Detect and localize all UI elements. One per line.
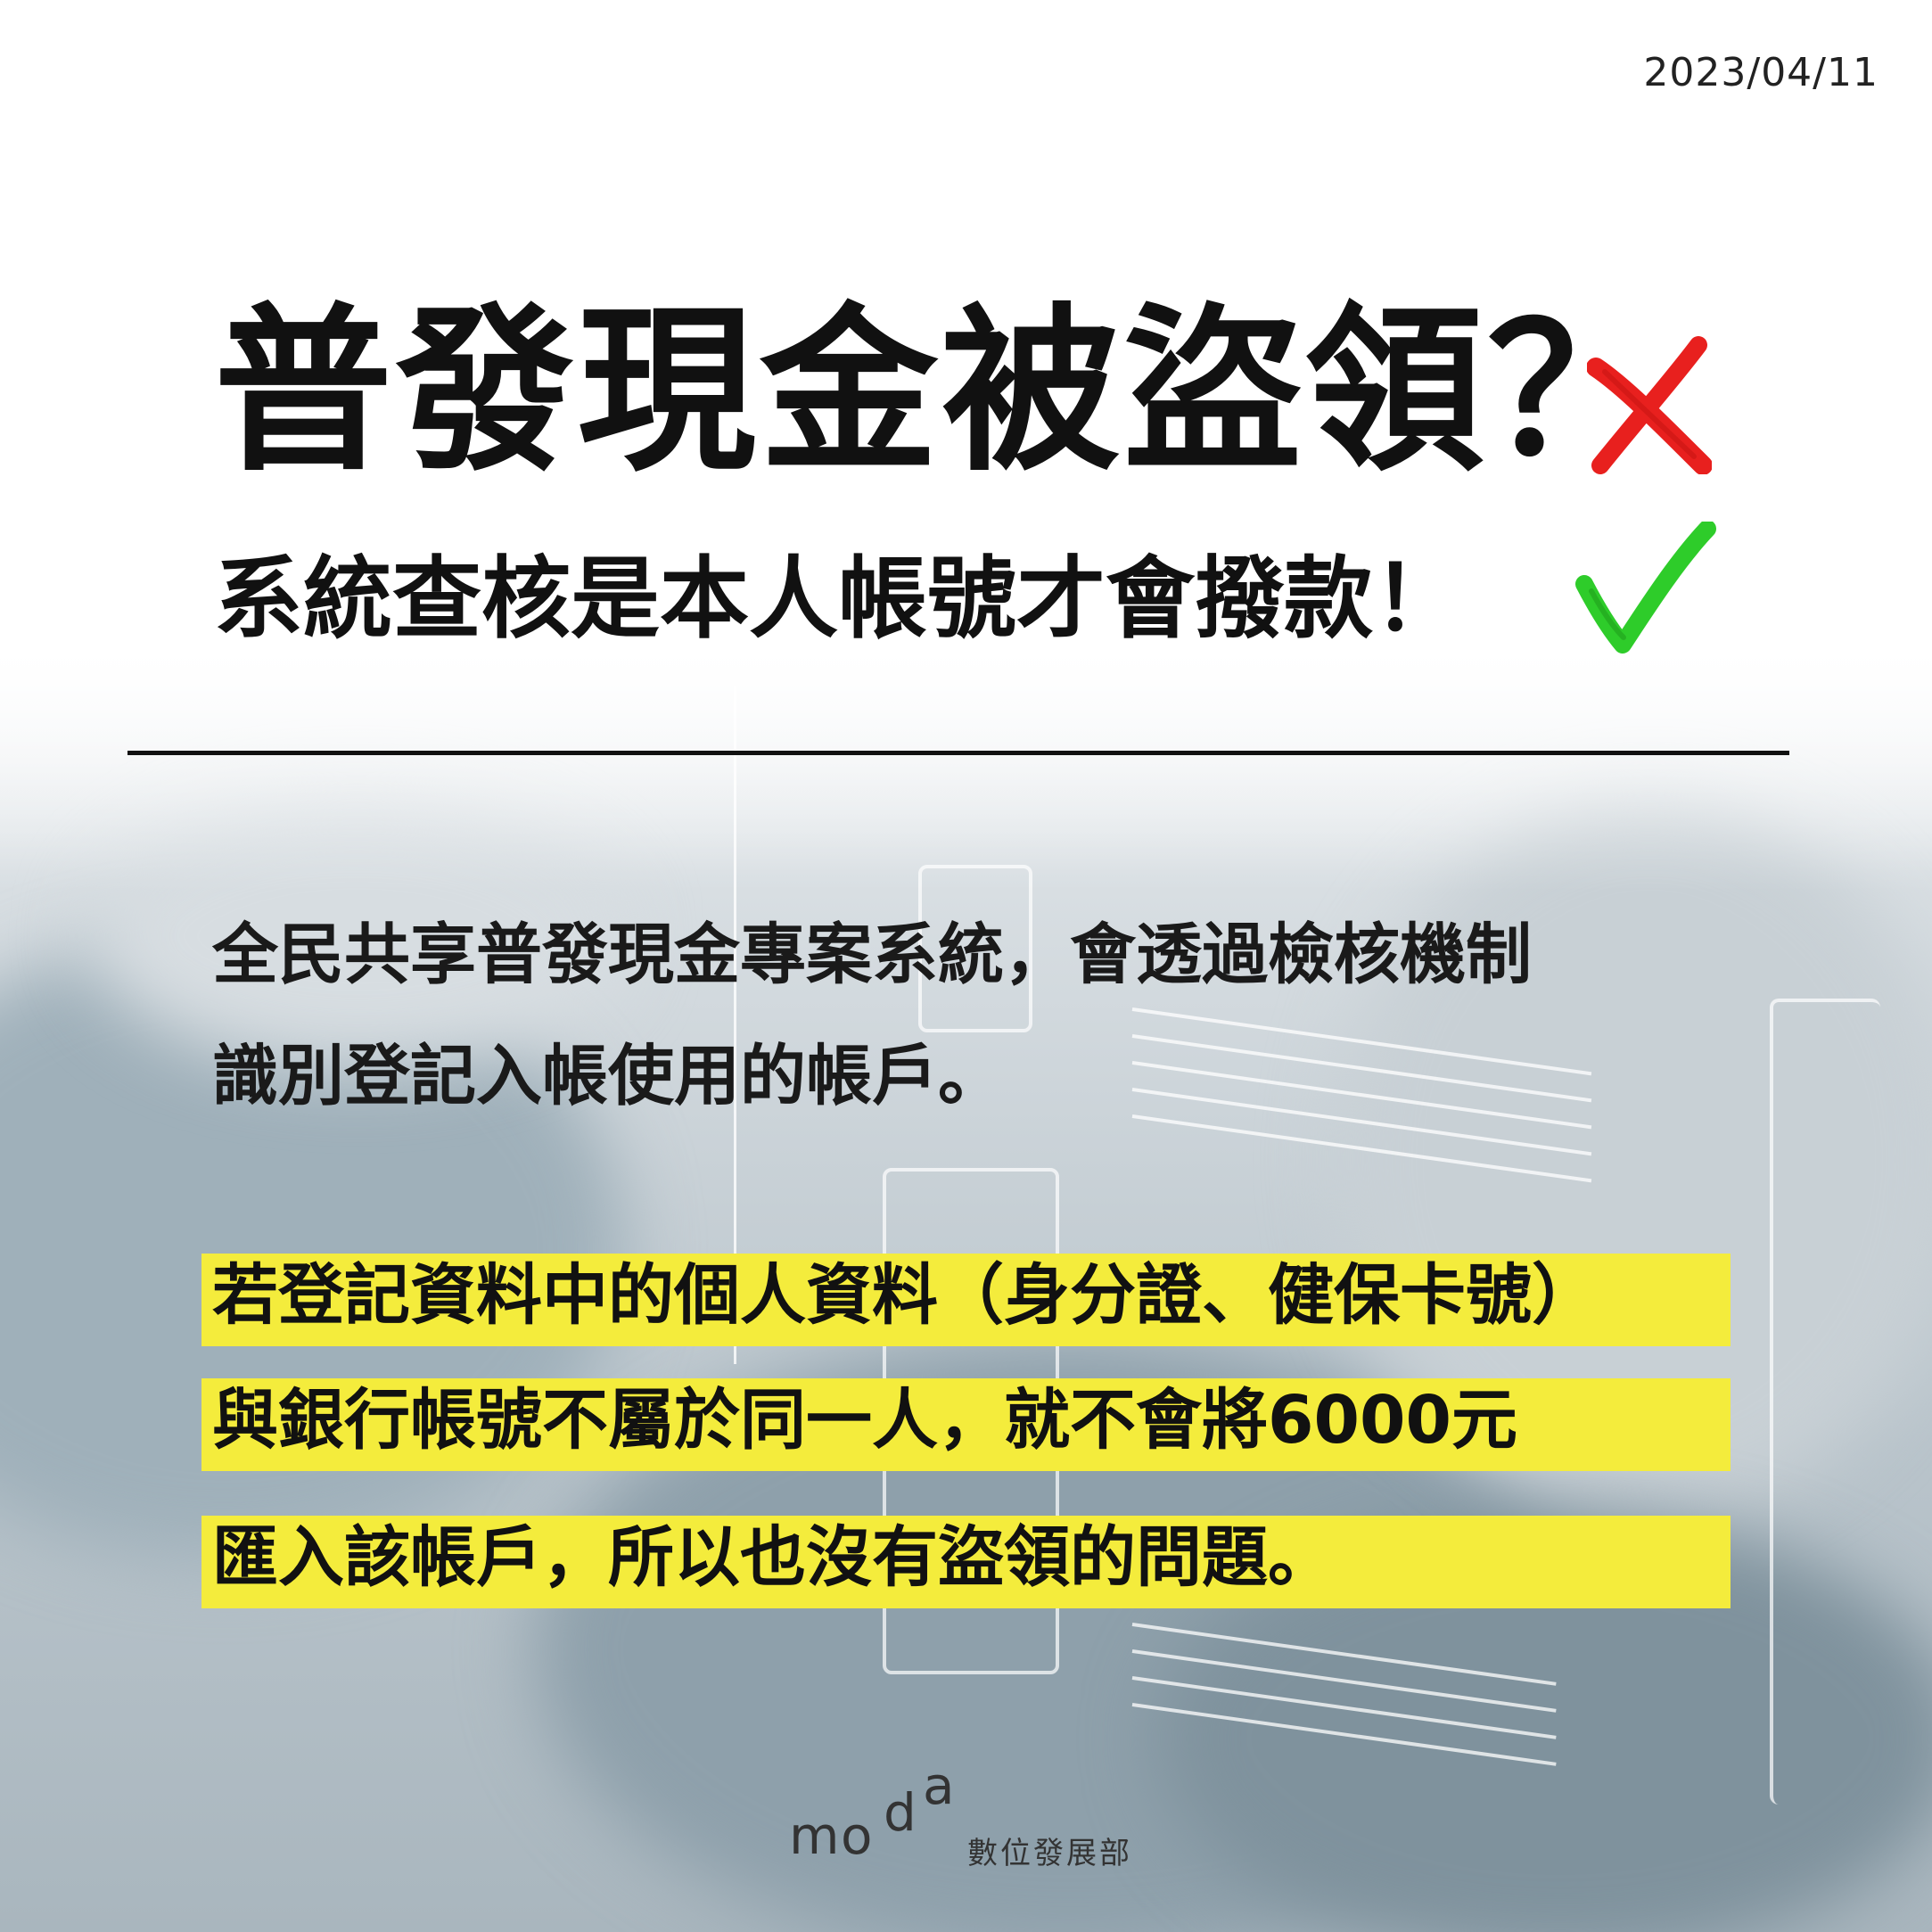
page-subtitle: 系統查核是本人帳號才會撥款！ bbox=[214, 547, 1462, 651]
highlight-line-1: 若登記資料中的個人資料（身分證、健保卡號） bbox=[212, 1257, 1598, 1334]
paragraph-line-1: 全民共享普發現金專案系統，會透過檢核機制 bbox=[212, 917, 1532, 993]
logo-letter-o: o bbox=[841, 1805, 873, 1866]
logo-letter-d: d bbox=[884, 1782, 917, 1843]
page-title: 普發現金被盜領？ bbox=[214, 288, 1670, 496]
red-cross-mark-icon bbox=[1587, 336, 1712, 474]
green-check-mark-icon bbox=[1575, 522, 1716, 654]
highlight-line-2: 與銀行帳號不屬於同一人，就不會將6000元 bbox=[212, 1382, 1517, 1459]
logo-letter-m: m bbox=[789, 1805, 840, 1866]
moda-logo: m o d a bbox=[789, 1755, 955, 1866]
date-label: 2023/04/11 bbox=[1643, 50, 1879, 95]
divider bbox=[127, 751, 1789, 755]
organization-name: 數位發展部 bbox=[967, 1836, 1132, 1871]
logo-letter-a: a bbox=[923, 1755, 955, 1816]
paragraph-line-2: 識別登記入帳使用的帳戶。 bbox=[212, 1038, 1004, 1114]
highlight-line-3: 匯入該帳戶，所以也沒有盜領的問題。 bbox=[212, 1519, 1334, 1596]
